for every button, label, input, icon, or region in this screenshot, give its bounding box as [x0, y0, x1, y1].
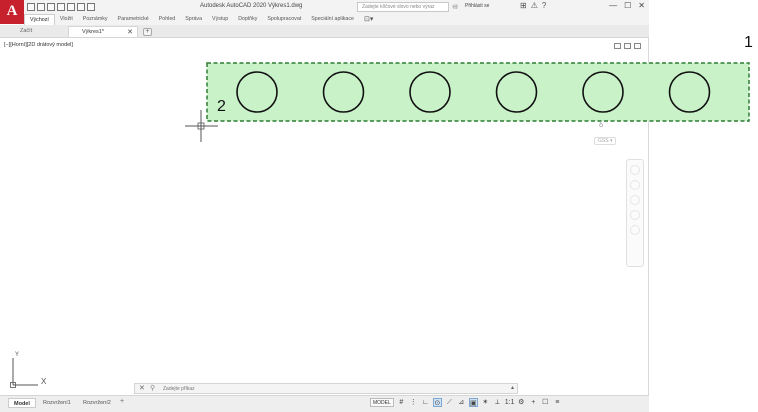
- callout-marker-2: 2: [217, 98, 226, 115]
- small-marker-icon: ꝺ: [599, 121, 603, 129]
- drawing-canvas[interactable]: ꝺ Y X: [0, 0, 758, 412]
- callout-marker-1: 1: [744, 34, 753, 51]
- ucs-x-label: X: [41, 377, 47, 386]
- svg-text:ꝺ: ꝺ: [599, 121, 603, 129]
- window-selection-area: [206, 62, 750, 122]
- ucs-y-label: Y: [15, 352, 19, 358]
- ucs-icon: Y X: [10, 352, 47, 388]
